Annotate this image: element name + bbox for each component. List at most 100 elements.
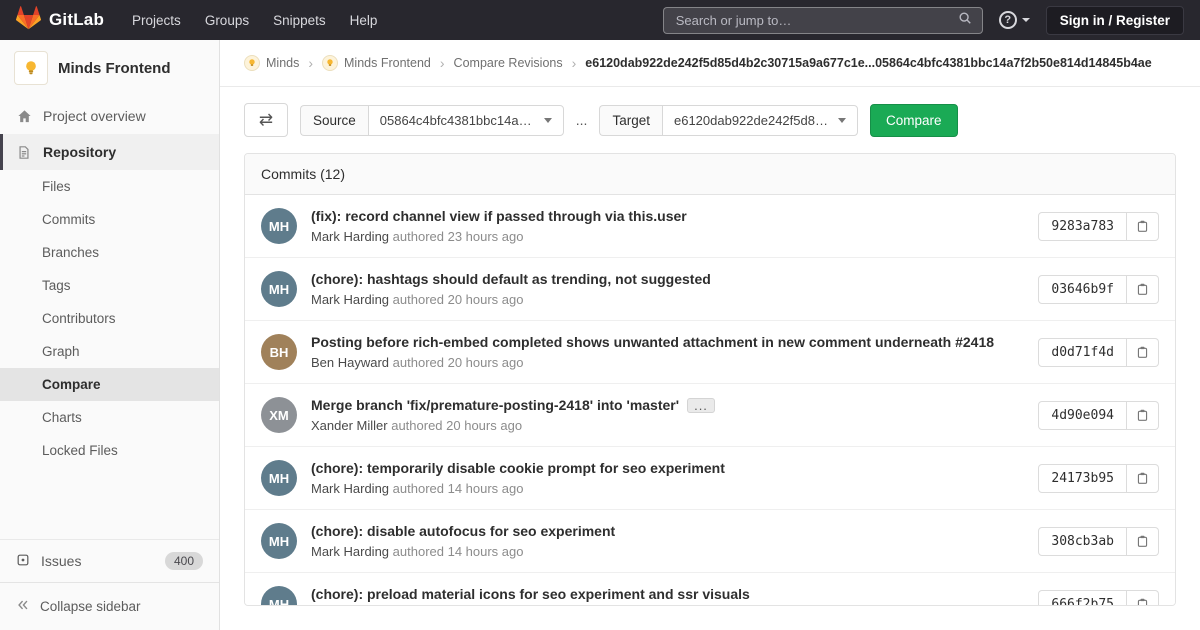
copy-sha-button[interactable] bbox=[1127, 590, 1159, 607]
commit-timestamp: authored 20 hours ago bbox=[393, 292, 524, 307]
sidebar-subitem-tags[interactable]: Tags bbox=[0, 269, 219, 302]
commit-sha-link[interactable]: 03646b9f bbox=[1038, 275, 1127, 304]
commit-sha-group: 03646b9f bbox=[1038, 275, 1159, 304]
bulb-icon bbox=[325, 58, 335, 68]
question-icon: ? bbox=[999, 11, 1017, 29]
commit-author[interactable]: Xander Miller bbox=[311, 418, 388, 433]
compare-button[interactable]: Compare bbox=[870, 104, 958, 137]
commit-row: MH (chore): hashtags should default as t… bbox=[245, 258, 1175, 321]
commit-sha-link[interactable]: 9283a783 bbox=[1038, 212, 1127, 241]
commit-title-link[interactable]: (chore): temporarily disable cookie prom… bbox=[311, 460, 1024, 476]
commit-author[interactable]: Mark Harding bbox=[311, 292, 389, 307]
copy-sha-button[interactable] bbox=[1127, 275, 1159, 304]
commit-title-link[interactable]: Merge branch 'fix/premature-posting-2418… bbox=[311, 397, 1024, 413]
repository-submenu: Files Commits Branches Tags Contributors… bbox=[0, 170, 219, 467]
copy-sha-button[interactable] bbox=[1127, 464, 1159, 493]
breadcrumb-compare-revisions[interactable]: Compare Revisions bbox=[454, 56, 563, 70]
compare-form: ⇄ Source 05864c4bfc4381bbc14a… ... Targe… bbox=[220, 87, 1200, 153]
range-separator: ... bbox=[576, 112, 588, 128]
commit-row: MH (chore): temporarily disable cookie p… bbox=[245, 447, 1175, 510]
commit-title-link[interactable]: (chore): hashtags should default as tren… bbox=[311, 271, 1024, 287]
sidebar-subitem-contributors[interactable]: Contributors bbox=[0, 302, 219, 335]
sidebar-item-issues[interactable]: Issues 400 bbox=[0, 539, 219, 582]
commit-sha-group: 308cb3ab bbox=[1038, 527, 1159, 556]
clipboard-icon bbox=[1136, 282, 1149, 296]
nav-groups[interactable]: Groups bbox=[205, 13, 249, 28]
commit-sha-group: d0d71f4d bbox=[1038, 338, 1159, 367]
commit-timestamp: authored 20 hours ago bbox=[393, 355, 524, 370]
commit-author[interactable]: Mark Harding bbox=[311, 229, 389, 244]
commit-sha-link[interactable]: 4d90e094 bbox=[1038, 401, 1127, 430]
gitlab-home-link[interactable]: GitLab bbox=[16, 6, 104, 35]
global-search-box[interactable] bbox=[663, 7, 983, 34]
commit-title-link[interactable]: Posting before rich-embed completed show… bbox=[311, 334, 1024, 350]
help-dropdown[interactable]: ? bbox=[999, 11, 1030, 29]
commit-row: XM Merge branch 'fix/premature-posting-2… bbox=[245, 384, 1175, 447]
sign-in-button[interactable]: Sign in / Register bbox=[1046, 6, 1184, 35]
author-avatar: MH bbox=[261, 208, 297, 244]
commit-title-link[interactable]: (fix): record channel view if passed thr… bbox=[311, 208, 1024, 224]
nav-snippets[interactable]: Snippets bbox=[273, 13, 326, 28]
commit-title-link[interactable]: (chore): preload material icons for seo … bbox=[311, 586, 1024, 602]
commit-row: MH (chore): preload material icons for s… bbox=[245, 573, 1175, 606]
breadcrumb-minds-frontend[interactable]: Minds Frontend bbox=[322, 55, 431, 71]
commit-list: MH (fix): record channel view if passed … bbox=[245, 195, 1175, 606]
copy-sha-button[interactable] bbox=[1127, 212, 1159, 241]
commit-title-text: Merge branch 'fix/premature-posting-2418… bbox=[311, 397, 679, 413]
target-label: Target bbox=[599, 105, 662, 136]
commit-meta: Mark Harding authored 14 hours ago bbox=[311, 544, 1024, 559]
commit-timestamp: authored 14 hours ago bbox=[393, 481, 524, 496]
target-input-group: Target e6120dab922de242f5d8… bbox=[599, 105, 858, 136]
commit-sha-link[interactable]: 308cb3ab bbox=[1038, 527, 1127, 556]
commit-meta: Mark Harding authored 14 hours ago bbox=[311, 481, 1024, 496]
nav-projects[interactable]: Projects bbox=[132, 13, 181, 28]
sidebar-subitem-files[interactable]: Files bbox=[0, 170, 219, 203]
chevron-down-icon bbox=[544, 118, 552, 123]
commit-sha-link[interactable]: 24173b95 bbox=[1038, 464, 1127, 493]
search-input[interactable] bbox=[674, 12, 958, 29]
expand-commit-message-button[interactable]: ... bbox=[687, 398, 715, 413]
copy-sha-button[interactable] bbox=[1127, 527, 1159, 556]
swap-arrows-icon: ⇄ bbox=[259, 110, 273, 130]
breadcrumb-label: Minds Frontend bbox=[344, 56, 431, 70]
source-label: Source bbox=[300, 105, 368, 136]
commit-sha-group: 666f2b75 bbox=[1038, 590, 1159, 607]
sidebar-subitem-charts[interactable]: Charts bbox=[0, 401, 219, 434]
sidebar-subitem-graph[interactable]: Graph bbox=[0, 335, 219, 368]
copy-sha-button[interactable] bbox=[1127, 338, 1159, 367]
commit-sha-link[interactable]: 666f2b75 bbox=[1038, 590, 1127, 607]
clipboard-icon bbox=[1136, 597, 1149, 606]
commit-author[interactable]: Ben Hayward bbox=[311, 355, 389, 370]
nav-help[interactable]: Help bbox=[350, 13, 378, 28]
repository-icon bbox=[16, 144, 32, 160]
commit-sha-link[interactable]: d0d71f4d bbox=[1038, 338, 1127, 367]
breadcrumb-separator-icon bbox=[308, 55, 313, 71]
breadcrumb-minds[interactable]: Minds bbox=[244, 55, 299, 71]
swap-revisions-button[interactable]: ⇄ bbox=[244, 103, 288, 137]
clipboard-icon bbox=[1136, 471, 1149, 485]
sidebar-item-project-overview[interactable]: Project overview bbox=[0, 98, 219, 134]
main-content: Minds Minds Frontend Compare Revisions e… bbox=[220, 40, 1200, 630]
clipboard-icon bbox=[1136, 534, 1149, 548]
project-mini-avatar bbox=[322, 55, 338, 71]
home-icon bbox=[16, 108, 32, 124]
sidebar-subitem-locked-files[interactable]: Locked Files bbox=[0, 434, 219, 467]
clipboard-icon bbox=[1136, 345, 1149, 359]
copy-sha-button[interactable] bbox=[1127, 401, 1159, 430]
breadcrumb-label: Compare Revisions bbox=[454, 56, 563, 70]
sidebar-subitem-commits[interactable]: Commits bbox=[0, 203, 219, 236]
commit-author[interactable]: Mark Harding bbox=[311, 481, 389, 496]
project-header[interactable]: Minds Frontend bbox=[0, 40, 219, 98]
commit-title-link[interactable]: (chore): disable autofocus for seo exper… bbox=[311, 523, 1024, 539]
author-avatar: XM bbox=[261, 397, 297, 433]
collapse-sidebar-button[interactable]: Collapse sidebar bbox=[0, 582, 219, 630]
sidebar-subitem-compare[interactable]: Compare bbox=[0, 368, 219, 401]
sidebar-item-repository[interactable]: Repository bbox=[0, 134, 219, 170]
sidebar-subitem-branches[interactable]: Branches bbox=[0, 236, 219, 269]
source-revision-dropdown[interactable]: 05864c4bfc4381bbc14a… bbox=[368, 105, 564, 136]
target-revision-dropdown[interactable]: e6120dab922de242f5d8… bbox=[662, 105, 858, 136]
commit-author[interactable]: Mark Harding bbox=[311, 544, 389, 559]
commit-row: MH (fix): record channel view if passed … bbox=[245, 195, 1175, 258]
commit-meta: Mark Harding authored 20 hours ago bbox=[311, 292, 1024, 307]
breadcrumb-separator-icon bbox=[440, 55, 445, 71]
